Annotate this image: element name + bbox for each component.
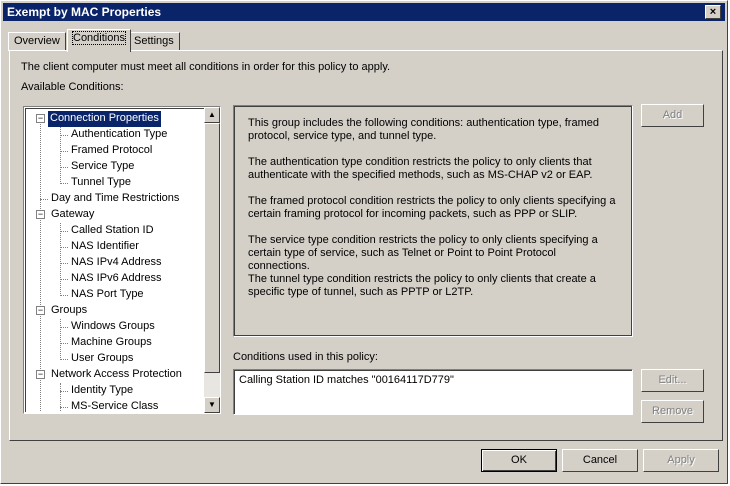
tree-item-framed-protocol[interactable]: Framed Protocol [71,143,152,159]
intro-text: The client computer must meet all condit… [21,61,391,73]
edit-button[interactable]: Edit... [641,369,704,392]
apply-button[interactable]: Apply [643,449,719,472]
tree-connector [60,359,68,360]
tree-connector [40,199,48,200]
tree-connector [60,183,68,184]
description-paragraph: The service type condition restricts the… [248,234,598,272]
available-conditions-label: Available Conditions: [21,81,124,93]
description-paragraph: This group includes the following condit… [248,117,599,142]
scroll-up-icon[interactable]: ▲ [204,107,220,123]
tree-viewport: − − − − Connection Properties Authentica… [25,108,205,412]
tree-item-nas-ipv4-address[interactable]: NAS IPv4 Address [71,255,162,271]
properties-dialog: Exempt by MAC Properties × Overview Cond… [0,0,728,484]
tree-item-service-type[interactable]: Service Type [71,159,134,175]
description-frame: This group includes the following condit… [234,106,632,336]
collapse-icon[interactable]: − [36,210,45,219]
tree-branch-line [60,223,61,296]
list-item[interactable]: Calling Station ID matches "00164117D779… [239,374,454,386]
tree-item-groups[interactable]: Groups [51,303,87,319]
scroll-down-icon[interactable]: ▼ [204,397,220,413]
tree-scrollbar[interactable]: ▲ ▼ [204,107,220,413]
tree-item-gateway[interactable]: Gateway [51,207,94,223]
tree-item-authentication-type[interactable]: Authentication Type [71,127,167,143]
add-button[interactable]: Add [641,104,704,127]
tree-connector [60,343,68,344]
description-paragraph: The tunnel type condition restricts the … [248,273,596,298]
conditions-list-frame: Calling Station ID matches "00164117D779… [234,370,632,414]
tree-item-ms-service-class[interactable]: MS-Service Class [71,399,158,412]
collapse-icon[interactable]: − [36,114,45,123]
conditions-used-label: Conditions used in this policy: [233,351,378,363]
tab-overview[interactable]: Overview [8,32,66,51]
conditions-used-list[interactable]: Calling Station ID matches "00164117D779… [233,369,633,415]
tree-item-identity-type[interactable]: Identity Type [71,383,133,399]
tree-item-machine-groups[interactable]: Machine Groups [71,335,152,351]
tree-connector [60,231,68,232]
tree-item-called-station-id[interactable]: Called Station ID [71,223,154,239]
description-paragraph: The authentication type condition restri… [248,156,593,181]
remove-button[interactable]: Remove [641,400,704,423]
tree-item-user-groups[interactable]: User Groups [71,351,133,367]
tree-item-windows-groups[interactable]: Windows Groups [71,319,155,335]
scroll-thumb[interactable] [204,123,220,373]
tree-item-network-access-protection[interactable]: Network Access Protection [51,367,182,383]
tree-item-nas-port-type[interactable]: NAS Port Type [71,287,144,303]
tree-item-nas-identifier[interactable]: NAS Identifier [71,239,139,255]
condition-description: This group includes the following condit… [233,105,633,337]
collapse-icon[interactable]: − [36,370,45,379]
tree-item-nas-ipv6-address[interactable]: NAS IPv6 Address [71,271,162,287]
tab-settings[interactable]: Settings [128,32,180,51]
tree-connector [60,407,68,408]
window-title: Exempt by MAC Properties [7,5,162,19]
tree-connector [60,279,68,280]
close-button[interactable]: × [705,5,721,19]
cancel-button[interactable]: Cancel [562,449,638,472]
tree-branch-line [60,319,61,360]
collapse-icon[interactable]: − [36,306,45,315]
tree-connector [60,327,68,328]
tree-connector [60,151,68,152]
tree-connector [60,167,68,168]
tree-item-tunnel-type[interactable]: Tunnel Type [71,175,131,191]
tree-item-day-time-restrictions[interactable]: Day and Time Restrictions [51,191,179,207]
conditions-tree[interactable]: − − − − Connection Properties Authentica… [23,106,221,414]
tree-connector [60,247,68,248]
tab-conditions[interactable]: Conditions [67,29,131,52]
tree-item-connection-properties[interactable]: Connection Properties [47,110,162,128]
ok-button[interactable]: OK [481,449,557,472]
title-bar[interactable]: Exempt by MAC Properties × [3,3,725,21]
tree-connector [60,295,68,296]
tree-connector [60,135,68,136]
tree-connector [60,391,68,392]
tree-connector [60,263,68,264]
description-paragraph: The framed protocol condition restricts … [248,195,616,220]
